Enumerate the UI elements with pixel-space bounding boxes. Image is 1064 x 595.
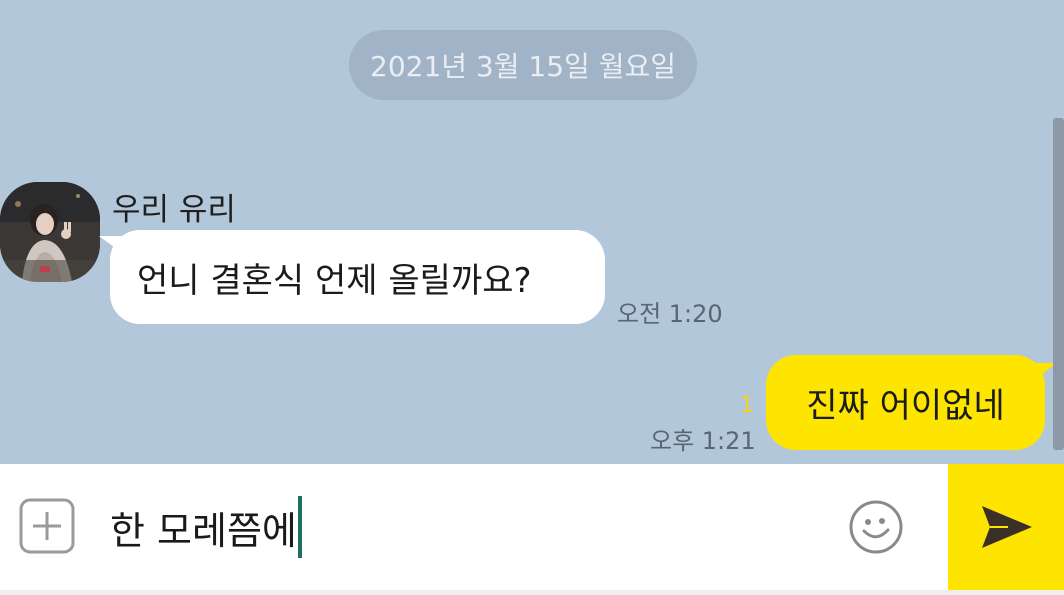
date-divider-label: 2021년 3월 15일 월요일 xyxy=(370,50,676,83)
message-input-value: 한 모레쯤에 xyxy=(110,508,297,553)
attach-button[interactable] xyxy=(19,498,75,554)
outgoing-message-text: 진짜 어이없네 xyxy=(806,386,1005,426)
unread-count: 1 xyxy=(740,393,754,418)
bottom-edge xyxy=(0,590,1064,595)
emoticon-button[interactable] xyxy=(848,499,904,555)
outgoing-message-time: 오후 1:21 xyxy=(650,427,756,455)
chat-scrollbar[interactable] xyxy=(1053,118,1064,450)
message-input[interactable]: 한 모레쯤에 xyxy=(110,496,302,558)
plus-icon xyxy=(19,498,75,554)
incoming-message-text: 언니 결혼식 언제 올릴까요? xyxy=(137,260,532,301)
date-divider: 2021년 3월 15일 월요일 xyxy=(349,30,697,100)
incoming-message-bubble[interactable]: 언니 결혼식 언제 올릴까요? xyxy=(110,230,605,324)
avatar-photo xyxy=(0,182,100,282)
sender-name: 우리 유리 xyxy=(112,192,236,228)
send-button[interactable] xyxy=(948,464,1064,590)
sender-avatar[interactable] xyxy=(0,182,100,282)
incoming-message-time: 오전 1:20 xyxy=(617,300,723,328)
chat-area[interactable]: 2021년 3월 15일 월요일 우리 유리 언니 결혼식 언제 올릴까요? 오… xyxy=(0,0,1064,464)
text-caret xyxy=(297,496,302,558)
send-arrow-icon xyxy=(982,506,1032,548)
emoticon-icon xyxy=(849,500,903,554)
outgoing-message-bubble[interactable]: 진짜 어이없네 xyxy=(766,355,1045,450)
